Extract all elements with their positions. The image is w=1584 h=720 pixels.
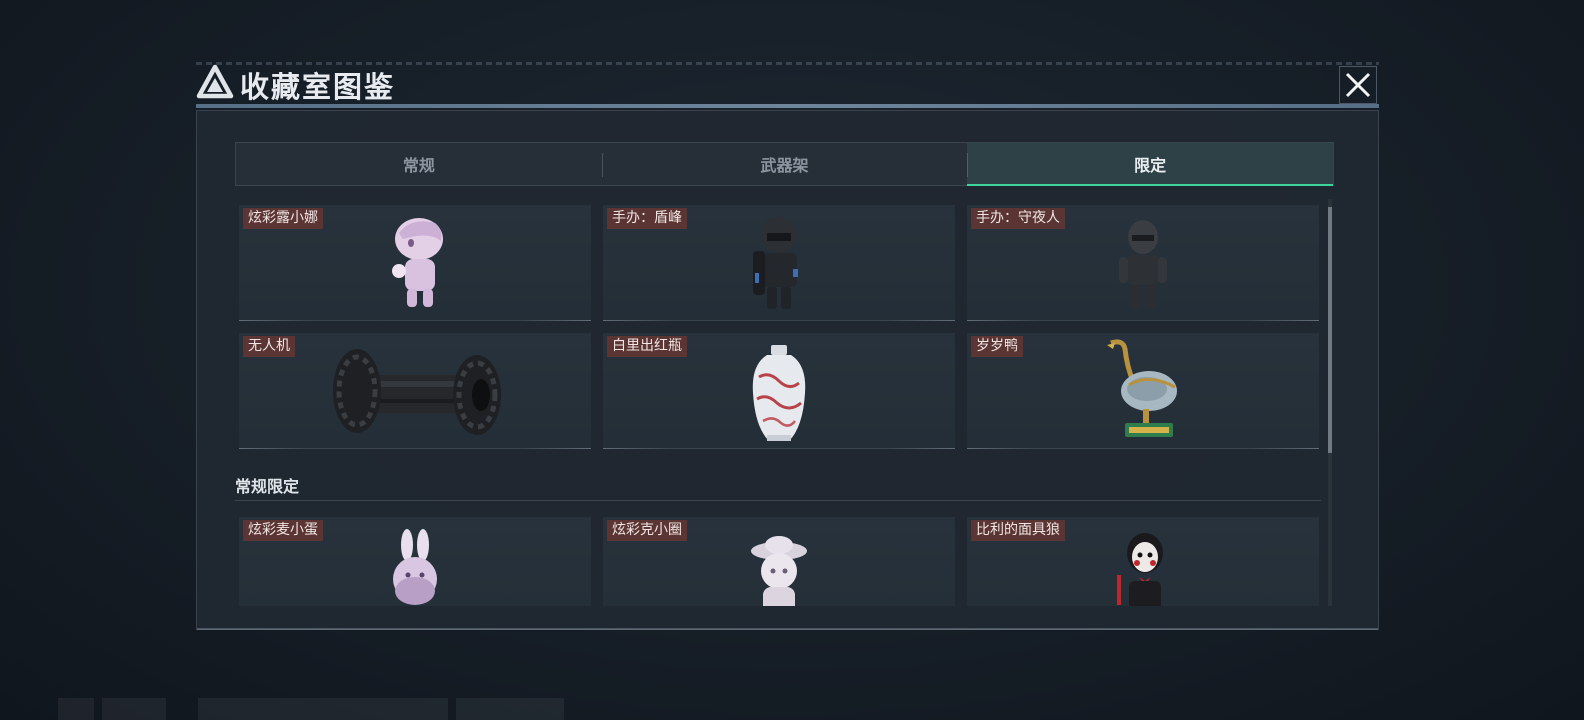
armored-soldier-figure-icon	[753, 217, 798, 309]
puppet-mask-figure-icon	[1117, 533, 1163, 606]
collection-item-card[interactable]: 手办：盾峰	[603, 205, 955, 321]
porcelain-vase-icon	[752, 345, 806, 441]
item-label: 炫彩克小圈	[607, 520, 687, 541]
section-title: 常规限定	[235, 477, 300, 496]
modal-title: 收藏室图鉴	[240, 70, 396, 104]
section-divider	[235, 500, 1321, 501]
collection-item-card[interactable]: 炫彩克小圈	[603, 517, 955, 606]
collection-item-card[interactable]: 炫彩麦小蛋	[239, 517, 591, 606]
tab-bar: 常规 武器架 限定	[235, 142, 1334, 186]
item-label: 岁岁鸭	[971, 336, 1023, 357]
item-label: 无人机	[243, 336, 295, 357]
item-label: 白里出红瓶	[607, 336, 687, 357]
hat-girl-figure-icon	[751, 536, 807, 606]
collection-item-card[interactable]: 岁岁鸭	[967, 333, 1319, 449]
drone-icon	[333, 349, 501, 435]
collection-item-card[interactable]: 炫彩露小娜	[239, 205, 591, 321]
collection-panel: 常规 武器架 限定 炫彩露小娜 手办：盾峰 手办：守夜人 无人机 白里出红瓶 岁…	[196, 110, 1379, 630]
close-icon	[1345, 72, 1371, 98]
collection-item-card[interactable]: 无人机	[239, 333, 591, 449]
blurred-bottom-element	[456, 698, 564, 720]
item-label: 炫彩露小娜	[243, 208, 323, 229]
bunny-figure-icon	[393, 529, 437, 605]
tab-regular[interactable]: 常规	[236, 143, 602, 185]
collection-scroll-area[interactable]: 炫彩露小娜 手办：盾峰 手办：守夜人 无人机 白里出红瓶 岁岁鸭 常规限定 炫彩…	[235, 199, 1335, 606]
scrollbar-thumb[interactable]	[1328, 207, 1332, 453]
item-label: 手办：守夜人	[971, 208, 1065, 229]
collection-item-card[interactable]: 白里出红瓶	[603, 333, 955, 449]
header-divider	[196, 104, 1379, 108]
collection-item-card[interactable]: 手办：守夜人	[967, 205, 1319, 321]
modal-header: 收藏室图鉴	[196, 62, 1379, 108]
triangle-logo-icon	[196, 64, 234, 99]
panel-bottom-border	[197, 628, 1378, 630]
item-label: 手办：盾峰	[607, 208, 687, 229]
tab-limited[interactable]: 限定	[967, 143, 1334, 186]
item-label: 炫彩麦小蛋	[243, 520, 323, 541]
blurred-bottom-element	[58, 698, 94, 720]
pink-chibi-figure-icon	[392, 218, 443, 307]
item-label: 比利的面具狼	[971, 520, 1065, 541]
close-button[interactable]	[1339, 66, 1377, 104]
collection-item-card[interactable]: 比利的面具狼	[967, 517, 1319, 606]
blurred-bottom-element	[198, 698, 448, 720]
blurred-bottom-element	[102, 698, 166, 720]
scrollbar[interactable]	[1328, 199, 1332, 606]
tab-weapon-rack[interactable]: 武器架	[601, 143, 968, 185]
bronze-duck-icon	[1107, 339, 1177, 437]
dark-soldier-figure-icon	[1119, 220, 1167, 309]
